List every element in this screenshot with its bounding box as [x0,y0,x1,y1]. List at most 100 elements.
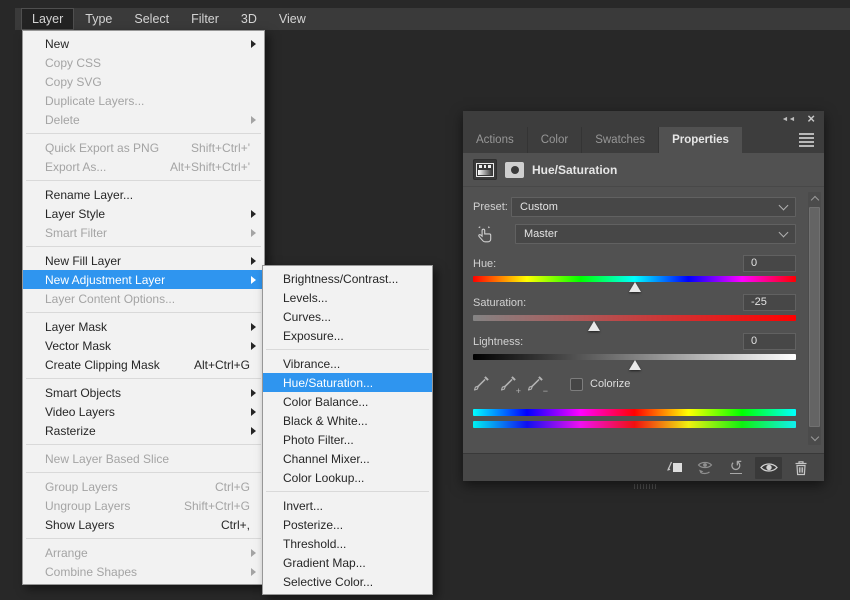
colorize-checkbox[interactable] [570,377,583,391]
layer-mask-icon[interactable] [505,161,524,178]
reset-button[interactable]: ↺ [724,457,748,479]
menu-item-combine-shapes[interactable]: Combine Shapes [23,562,264,581]
menu-item-smart-filter[interactable]: Smart Filter [23,223,264,242]
submenu-item-curves[interactable]: Curves... [263,307,432,326]
submenu-item-vibrance[interactable]: Vibrance... [263,354,432,373]
menu-item-duplicate-layers[interactable]: Duplicate Layers... [23,91,264,110]
submenu-item-color-lookup[interactable]: Color Lookup... [263,468,432,487]
scroll-up-icon[interactable] [808,192,821,205]
targeted-adjustment-tool[interactable] [473,225,515,244]
panel-scrollbar[interactable] [808,192,821,445]
eyedropper-icon [473,376,489,391]
menu-item-label: New Adjustment Layer [45,272,166,287]
menu-item-delete[interactable]: Delete [23,110,264,129]
menu-item-label: Layer Mask [45,319,108,334]
panel-tab-label: Swatches [595,134,646,146]
menubar-item-3d[interactable]: 3D [230,8,268,30]
hue-slider-track[interactable] [473,276,796,292]
menu-item-label: Color Balance... [283,394,369,409]
menu-item-label: Vibrance... [283,356,341,371]
slider-thumb[interactable] [628,360,641,370]
submenu-item-levels[interactable]: Levels... [263,288,432,307]
submenu-item-gradient-map[interactable]: Gradient Map... [263,553,432,572]
submenu-item-brightness-contrast[interactable]: Brightness/Contrast... [263,269,432,288]
menu-item-video-layers[interactable]: Video Layers [23,402,264,421]
submenu-arrow-icon [251,567,256,576]
menu-item-label: Show Layers [45,517,115,532]
menu-item-new[interactable]: New [23,34,264,53]
menu-item-new-layer-based-slice[interactable]: New Layer Based Slice [23,449,264,468]
menubar-item-label: Filter [191,12,219,26]
menubar-item-filter[interactable]: Filter [180,8,230,30]
menu-item-new-adjustment-layer[interactable]: New Adjustment Layer [23,270,264,289]
menu-item-create-clipping-mask[interactable]: Create Clipping Mask Alt+Ctrl+G [23,355,264,374]
delete-adjustment-button[interactable] [789,457,813,479]
submenu-item-posterize[interactable]: Posterize... [263,515,432,534]
scrollbar-thumb[interactable] [809,207,820,427]
submenu-item-photo-filter[interactable]: Photo Filter... [263,430,432,449]
hue-spectrum-bars [473,409,796,428]
submenu-item-exposure[interactable]: Exposure... [263,326,432,345]
menu-item-label: Export As... [45,159,107,174]
submenu-arrow-icon [251,322,256,331]
menu-separator [266,349,429,350]
panel-resize-grip[interactable] [634,484,658,489]
menu-item-label: Delete [45,112,80,127]
menu-item-new-fill-layer[interactable]: New Fill Layer [23,251,264,270]
menu-item-label: Selective Color... [283,574,374,589]
eyedropper-tool[interactable] [473,375,491,393]
menu-item-layer-mask[interactable]: Layer Mask [23,317,264,336]
panel-menu-icon[interactable] [799,133,814,147]
menubar-item-label: 3D [240,12,257,26]
close-panel-icon[interactable]: × [807,112,815,125]
menu-item-rasterize[interactable]: Rasterize [23,421,264,440]
menu-item-ungroup-layers[interactable]: Ungroup Layers Shift+Ctrl+G [23,496,264,515]
saturation-slider-track[interactable] [473,315,796,331]
saturation-value-input[interactable]: -25 [743,294,796,311]
slider-thumb[interactable] [588,321,601,331]
submenu-item-channel-mixer[interactable]: Channel Mixer... [263,449,432,468]
menubar-item-type[interactable]: Type [74,8,123,30]
menu-item-smart-objects[interactable]: Smart Objects [23,383,264,402]
tab-properties[interactable]: Properties [659,127,742,153]
submenu-item-threshold[interactable]: Threshold... [263,534,432,553]
submenu-item-invert[interactable]: Invert... [263,496,432,515]
slider-thumb[interactable] [628,282,641,292]
menu-item-rename-layer[interactable]: Rename Layer... [23,185,264,204]
scroll-down-icon[interactable] [808,432,821,445]
eyedropper-subtract-tool[interactable]: − [527,375,548,396]
menubar-item-select[interactable]: Select [123,8,180,30]
preset-select[interactable]: Custom [511,197,796,217]
menu-item-quick-export-as-png[interactable]: Quick Export as PNG Shift+Ctrl+' [23,138,264,157]
submenu-item-hue-saturation[interactable]: Hue/Saturation... [263,373,432,392]
submenu-item-selective-color[interactable]: Selective Color... [263,572,432,591]
toggle-visibility-button[interactable] [755,456,782,479]
lightness-slider-track[interactable] [473,354,796,370]
collapse-panel-icon[interactable]: ◄◄ [782,116,796,123]
menu-item-show-layers[interactable]: Show Layers Ctrl+, [23,515,264,534]
adjustment-layer-icon[interactable] [473,159,497,180]
menu-item-arrange[interactable]: Arrange [23,543,264,562]
menu-item-layer-style[interactable]: Layer Style [23,204,264,223]
menu-item-copy-svg[interactable]: Copy SVG [23,72,264,91]
menu-item-layer-content-options[interactable]: Layer Content Options... [23,289,264,308]
menu-item-copy-css[interactable]: Copy CSS [23,53,264,72]
hue-value-input[interactable]: 0 [743,255,796,272]
tab-actions[interactable]: Actions [463,127,528,153]
tab-swatches[interactable]: Swatches [582,127,660,153]
tab-color[interactable]: Color [528,127,583,153]
submenu-item-color-balance[interactable]: Color Balance... [263,392,432,411]
menu-item-vector-mask[interactable]: Vector Mask [23,336,264,355]
menu-item-label: Smart Objects [45,385,122,400]
channel-select[interactable]: Master [515,224,796,244]
lightness-value-input[interactable]: 0 [743,333,796,350]
menubar-item-view[interactable]: View [268,8,317,30]
eyedropper-add-tool[interactable]: + [500,375,521,396]
menubar-item-layer[interactable]: Layer [21,8,75,30]
menu-item-label: Video Layers [45,404,115,419]
submenu-item-black-white[interactable]: Black & White... [263,411,432,430]
menu-item-group-layers[interactable]: Group Layers Ctrl+G [23,477,264,496]
view-previous-state-button[interactable] [693,457,717,479]
menu-item-export-as[interactable]: Export As... Alt+Shift+Ctrl+' [23,157,264,176]
clip-to-layer-button[interactable] [662,457,686,479]
